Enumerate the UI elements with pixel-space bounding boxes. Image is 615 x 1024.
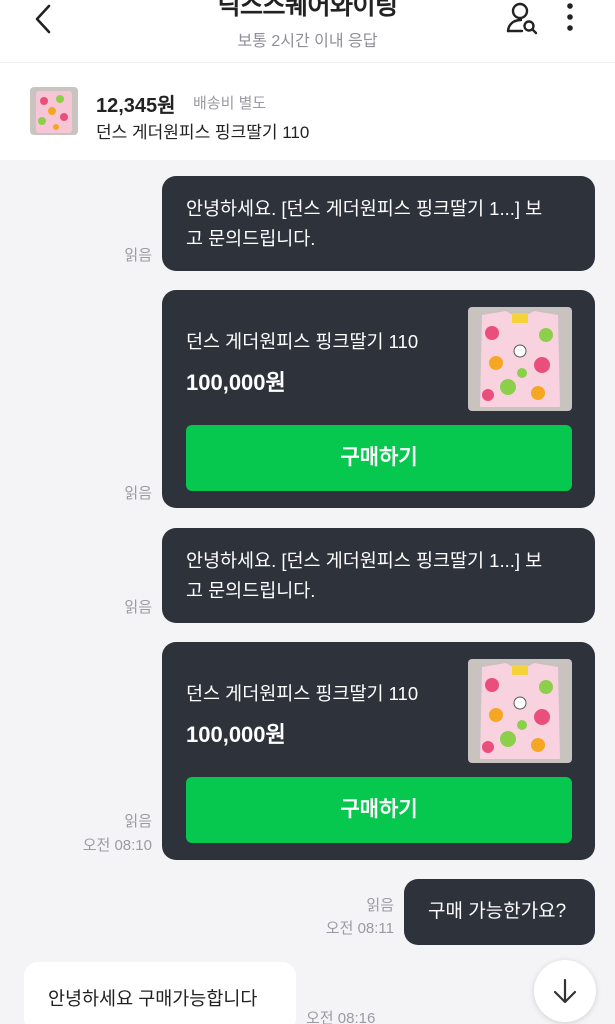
product-name: 던스 게더원피스 핑크딸기 110 [96, 123, 310, 142]
product-card: 던스 게더원피스 핑크딸기 110 100,000원 구매하기 [162, 642, 595, 860]
message-time: 오전 08:16 [306, 1010, 376, 1024]
card-product-name: 던스 게더원피스 핑크딸기 110 [186, 331, 419, 352]
product-card: 던스 게더원피스 핑크딸기 110 100,000원 구매하기 [162, 290, 595, 508]
message-line: 안녕하세요. [던스 게더원피스 핑크딸기 1...] 보 [186, 550, 543, 571]
chat-header: 딕스스퀘어와이팅 보통 2시간 이내 응답 [0, 0, 615, 62]
read-status: 읽음 [124, 813, 152, 830]
message-line: 안녕하세요. [던스 게더원피스 핑크딸기 1...] 보 [186, 198, 543, 219]
message-bubble: 안녕하세요. [던스 게더원피스 핑크딸기 1...] 보 고 문의드립니다. [162, 176, 595, 271]
user-profile-button[interactable] [504, 0, 540, 36]
message-bubble: 구매 가능한가요? [404, 879, 595, 945]
scroll-to-bottom-button[interactable] [534, 960, 596, 1022]
message-time: 오전 08:10 [82, 837, 152, 854]
read-status: 읽음 [366, 897, 394, 914]
message-line: 고 문의드립니다. [186, 580, 316, 601]
read-status: 읽음 [124, 599, 152, 616]
buy-button[interactable]: 구매하기 [186, 425, 572, 491]
more-vertical-icon [567, 3, 573, 31]
message-bubble: 안녕하세요. [던스 게더원피스 핑크딸기 1...] 보 고 문의드립니다. [162, 528, 595, 623]
message-time: 오전 08:11 [325, 920, 394, 937]
card-product-image[interactable] [468, 307, 572, 411]
incoming-message-bubble: 안녕하세요 구매가능합니다 [24, 962, 296, 1024]
shipping-note: 배송비 별도 [193, 95, 267, 112]
card-product-price: 100,000원 [186, 722, 286, 747]
message-text: 안녕하세요 구매가능합니다 [48, 988, 258, 1009]
buy-button[interactable]: 구매하기 [186, 777, 572, 843]
card-product-name: 던스 게더원피스 핑크딸기 110 [186, 683, 419, 704]
product-summary[interactable]: 12,345원 배송비 별도 던스 게더원피스 핑크딸기 110 [0, 62, 615, 160]
card-product-price: 100,000원 [186, 370, 286, 395]
message-text: 구매 가능한가요? [428, 901, 567, 922]
read-status: 읽음 [124, 485, 152, 502]
more-options-button[interactable] [556, 0, 584, 36]
product-price: 12,345원 [96, 95, 176, 117]
arrow-down-icon [553, 978, 577, 1004]
user-search-icon [506, 2, 538, 35]
product-thumbnail [30, 87, 78, 135]
read-status: 읽음 [124, 247, 152, 264]
message-line: 고 문의드립니다. [186, 228, 316, 249]
card-product-image[interactable] [468, 659, 572, 763]
